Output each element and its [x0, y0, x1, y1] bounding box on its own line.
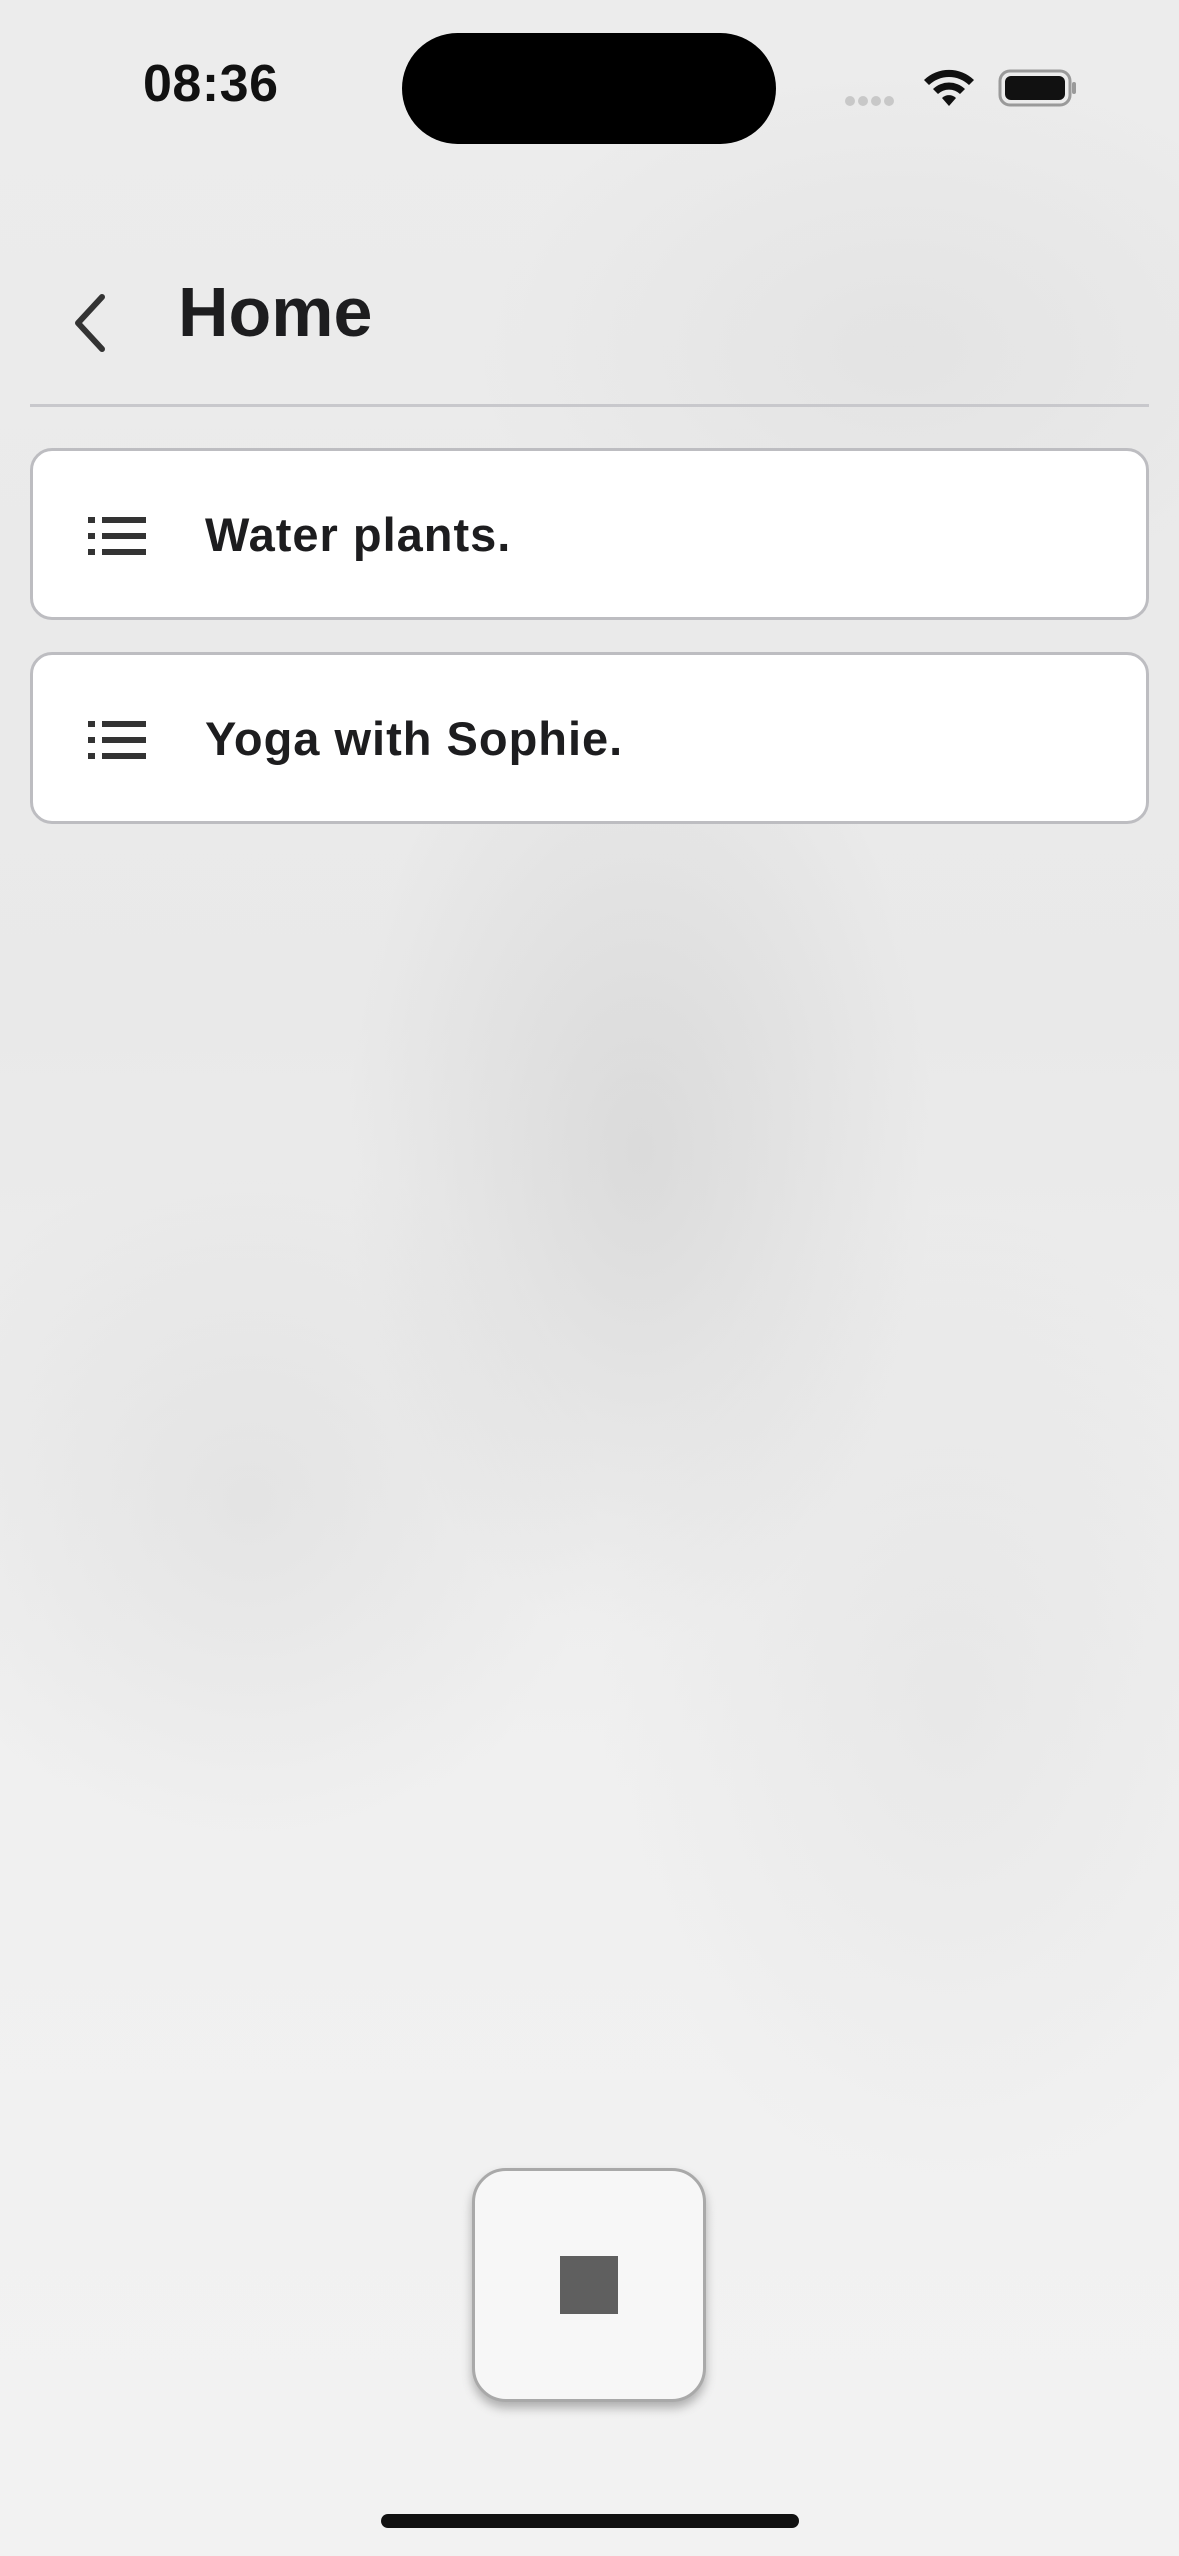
list-item-label: Water plants. — [205, 507, 512, 561]
wifi-icon — [924, 69, 974, 106]
page-title: Home — [178, 273, 373, 351]
list-item[interactable]: Yoga with Sophie. — [30, 652, 1149, 824]
home-indicator[interactable] — [381, 2514, 799, 2528]
cellular-signal-icon — [845, 93, 905, 107]
status-time: 08:36 — [143, 55, 279, 113]
chevron-left-icon — [75, 293, 105, 352]
dynamic-island — [402, 33, 776, 144]
back-button[interactable] — [50, 275, 130, 370]
list-icon — [88, 517, 146, 555]
list-item-label: Yoga with Sophie. — [205, 711, 624, 765]
stop-icon — [560, 2256, 618, 2314]
list-icon — [88, 721, 146, 759]
header-divider — [30, 404, 1149, 407]
battery-icon — [998, 69, 1076, 107]
list-item[interactable]: Water plants. — [30, 448, 1149, 620]
header: Home — [30, 260, 1149, 410]
task-list: Water plants. Yoga with Sophie. — [30, 448, 1149, 856]
stop-button[interactable] — [472, 2168, 706, 2402]
status-bar: 08:36 — [0, 0, 1179, 170]
